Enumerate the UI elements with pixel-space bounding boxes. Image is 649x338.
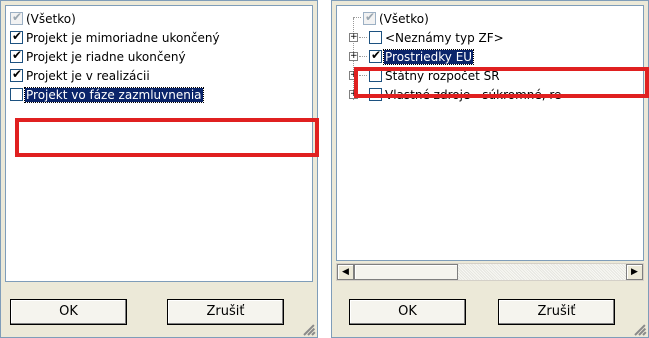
tree-item-label: <Neznámy typ ZF> <box>385 30 504 45</box>
highlight-box-left <box>15 118 319 157</box>
list-item-label: Projekt je mimoriadne ukončený <box>26 30 220 45</box>
tree-connector <box>359 56 367 57</box>
tree-connector <box>353 17 361 18</box>
checkbox-contracting-phase[interactable] <box>10 88 23 101</box>
highlight-box-right <box>354 67 649 98</box>
list-item-all[interactable]: ✔ (Všetko) <box>10 9 77 28</box>
horizontal-scrollbar[interactable]: ◀ ▶ <box>336 263 644 281</box>
list-item-label: Projekt je v realizácii <box>26 68 150 83</box>
list-item-label: Projekt je riadne ukončený <box>26 49 186 64</box>
list-item-extraordinary-ended[interactable]: ✔ Projekt je mimoriadne ukončený <box>10 28 221 47</box>
list-item-label: (Všetko) <box>26 11 76 26</box>
ok-button[interactable]: OK <box>349 299 466 325</box>
resize-grip-icon[interactable] <box>303 323 316 336</box>
filter-panel-right: ✔ (Všetko) + <Neznámy typ ZF> + ✔ Prostr… <box>331 0 649 338</box>
tree-item-label: Prostriedky EU <box>382 48 475 65</box>
checkbox-all[interactable]: ✔ <box>10 10 23 25</box>
list-item-contracting-phase[interactable]: Projekt vo fáze zazmluvnenia <box>10 85 204 104</box>
checkbox-eu-funds[interactable]: ✔ <box>369 48 382 63</box>
list-item-regular-ended[interactable]: ✔ Projekt je riadne ukončený <box>10 47 187 66</box>
checkmark-icon: ✔ <box>12 67 23 81</box>
cancel-button[interactable]: Zrušiť <box>167 299 284 325</box>
tree-item-eu-funds[interactable]: + ✔ Prostriedky EU <box>349 47 475 66</box>
scroll-left-arrow-icon[interactable]: ◀ <box>337 264 354 280</box>
tree-connector <box>359 37 367 38</box>
filter-panel-left: ✔ (Všetko) ✔ Projekt je mimoriadne ukonč… <box>0 0 318 338</box>
checkbox-extraordinary-ended[interactable]: ✔ <box>10 29 23 44</box>
filter-tree-right[interactable]: ✔ (Všetko) + <Neznámy typ ZF> + ✔ Prostr… <box>336 5 644 261</box>
scroll-right-arrow-icon[interactable]: ▶ <box>626 264 643 280</box>
list-item-in-realization[interactable]: ✔ Projekt je v realizácii <box>10 66 151 85</box>
checkbox-regular-ended[interactable]: ✔ <box>10 48 23 63</box>
expand-plus-icon[interactable]: + <box>349 33 358 42</box>
resize-grip-icon[interactable] <box>634 323 647 336</box>
tree-item-unknown-type[interactable]: + <Neznámy typ ZF> <box>349 28 505 47</box>
expand-plus-icon[interactable]: + <box>349 52 358 61</box>
checkmark-icon: ✔ <box>12 48 23 62</box>
cancel-button[interactable]: Zrušiť <box>498 299 615 325</box>
checkbox-unknown-type[interactable] <box>369 31 382 44</box>
checkbox-all[interactable]: ✔ <box>363 10 376 25</box>
checkmark-icon: ✔ <box>12 10 23 24</box>
checkmark-icon: ✔ <box>371 48 382 62</box>
scrollbar-thumb[interactable] <box>354 264 458 280</box>
tree-item-label: (Všetko) <box>379 11 429 26</box>
checkmark-icon: ✔ <box>12 29 23 43</box>
ok-button[interactable]: OK <box>10 299 127 325</box>
checkmark-icon: ✔ <box>365 10 376 24</box>
tree-item-all[interactable]: ✔ (Všetko) <box>363 9 430 28</box>
checkbox-in-realization[interactable]: ✔ <box>10 67 23 82</box>
list-item-label: Projekt vo fáze zazmluvnenia <box>24 86 204 103</box>
